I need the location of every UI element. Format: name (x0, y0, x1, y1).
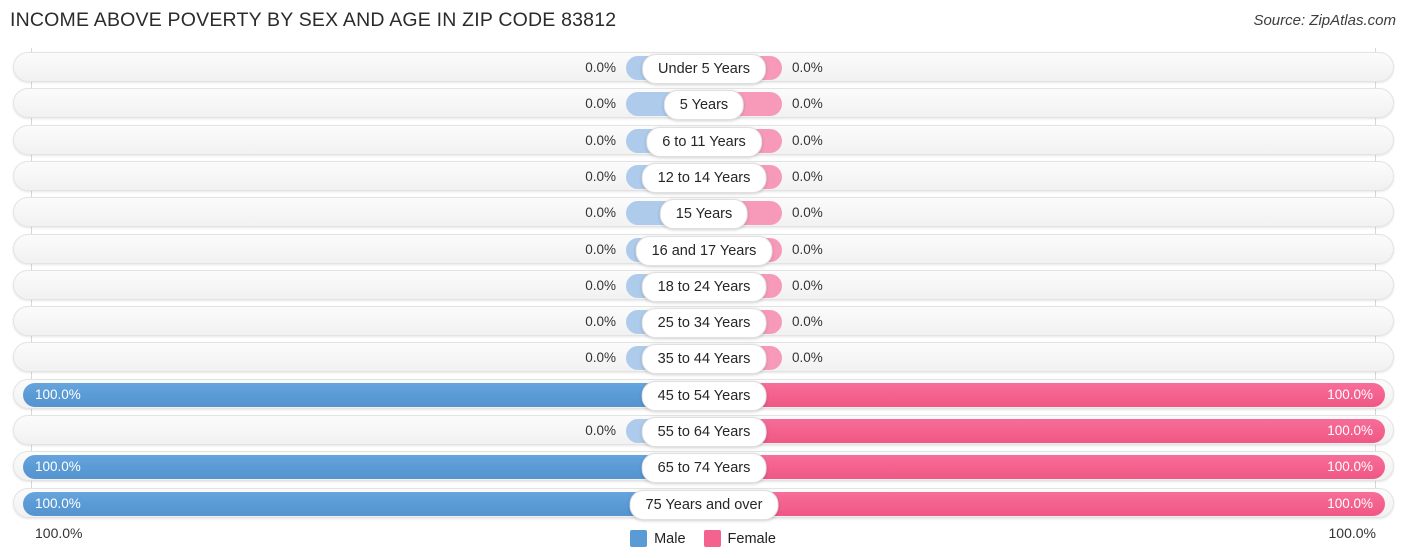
bar-value-female: 0.0% (792, 132, 823, 148)
table-row[interactable]: 100.0% 100.0% 75 Years and over (13, 487, 1394, 520)
bar-value-female: 0.0% (792, 60, 823, 75)
bar-value-female: 0.0% (792, 314, 823, 330)
table-row[interactable]: 0.0% 100.0% 55 to 64 Years (13, 415, 1394, 447)
category-label: 18 to 24 Years (641, 271, 767, 302)
bar-value-male: 0.0% (585, 60, 616, 75)
bar-value-female: 0.0% (792, 168, 823, 184)
table-row[interactable]: 0.0% 0.0% 16 and 17 Years (13, 233, 1394, 266)
category-label: 45 to 54 Years (641, 380, 767, 411)
chart-footer: 100.0% 100.0% Male Female (0, 519, 1406, 558)
category-label: 55 to 64 Years (641, 417, 767, 447)
category-label: 15 Years (659, 199, 749, 230)
category-label: 65 to 74 Years (641, 453, 767, 484)
chart-plot-area: 0.0% 0.0% Under 5 Years 0.0% 0.0% 5 Years 0.0%… (0, 44, 1406, 522)
bar-value-female: 0.0% (792, 277, 823, 293)
bar-value-male: 0.0% (585, 132, 616, 148)
bar-value-male: 0.0% (585, 350, 616, 366)
category-label: 12 to 14 Years (641, 162, 767, 193)
legend-item-female[interactable]: Female (703, 530, 776, 547)
bar-value-female: 100.0% (1327, 386, 1373, 402)
table-row[interactable]: 100.0% 100.0% 45 to 54 Years (13, 378, 1394, 411)
bar-value-male: 0.0% (585, 96, 616, 112)
bar-value-male: 0.0% (585, 277, 616, 293)
bar-value-male: 0.0% (585, 423, 616, 438)
table-row[interactable]: 0.0% 0.0% 5 Years (13, 88, 1394, 121)
category-label: 5 Years (663, 90, 745, 121)
bar-value-male: 100.0% (35, 459, 81, 475)
source-attribution: Source: ZipAtlas.com (1253, 12, 1396, 29)
category-label: 25 to 34 Years (641, 308, 767, 339)
bar-value-male: 0.0% (585, 168, 616, 184)
bar-value-male: 100.0% (35, 495, 81, 511)
bar-value-female: 0.0% (792, 241, 823, 257)
category-label: Under 5 Years (642, 54, 766, 84)
bar-value-male: 0.0% (585, 205, 616, 221)
category-label: 35 to 44 Years (641, 344, 767, 375)
table-row[interactable]: 0.0% 0.0% 15 Years (13, 197, 1394, 230)
table-row[interactable]: 0.0% 0.0% Under 5 Years (13, 52, 1394, 84)
category-label: 6 to 11 Years (646, 126, 762, 157)
legend-swatch-female-icon (703, 530, 721, 547)
bar-value-female: 100.0% (1327, 423, 1373, 438)
table-row[interactable]: 0.0% 0.0% 35 to 44 Years (13, 342, 1394, 375)
category-label: 16 and 17 Years (635, 235, 773, 266)
table-row[interactable]: 0.0% 0.0% 18 to 24 Years (13, 269, 1394, 302)
bar-value-male: 100.0% (35, 386, 81, 402)
bar-value-female: 0.0% (792, 350, 823, 366)
bar-value-female: 0.0% (792, 205, 823, 221)
legend-label-male: Male (654, 530, 686, 547)
legend-label-female: Female (727, 530, 776, 547)
table-row[interactable]: 0.0% 0.0% 25 to 34 Years (13, 306, 1394, 339)
bar-value-male: 0.0% (585, 314, 616, 330)
table-row[interactable]: 0.0% 0.0% 12 to 14 Years (13, 160, 1394, 193)
bar-value-female: 100.0% (1327, 459, 1373, 475)
chart-legend: Male Female (0, 519, 1406, 558)
page-title: INCOME ABOVE POVERTY BY SEX AND AGE IN Z… (10, 9, 617, 31)
bar-value-female: 100.0% (1327, 495, 1373, 511)
legend-item-male[interactable]: Male (630, 530, 686, 547)
chart-header: INCOME ABOVE POVERTY BY SEX AND AGE IN Z… (0, 0, 1406, 44)
table-row[interactable]: 0.0% 0.0% 6 to 11 Years (13, 124, 1394, 157)
bar-value-male: 0.0% (585, 241, 616, 257)
category-label: 75 Years and over (629, 489, 779, 520)
legend-swatch-male-icon (630, 530, 648, 547)
bar-value-female: 0.0% (792, 96, 823, 112)
table-row[interactable]: 100.0% 100.0% 65 to 74 Years (13, 451, 1394, 484)
